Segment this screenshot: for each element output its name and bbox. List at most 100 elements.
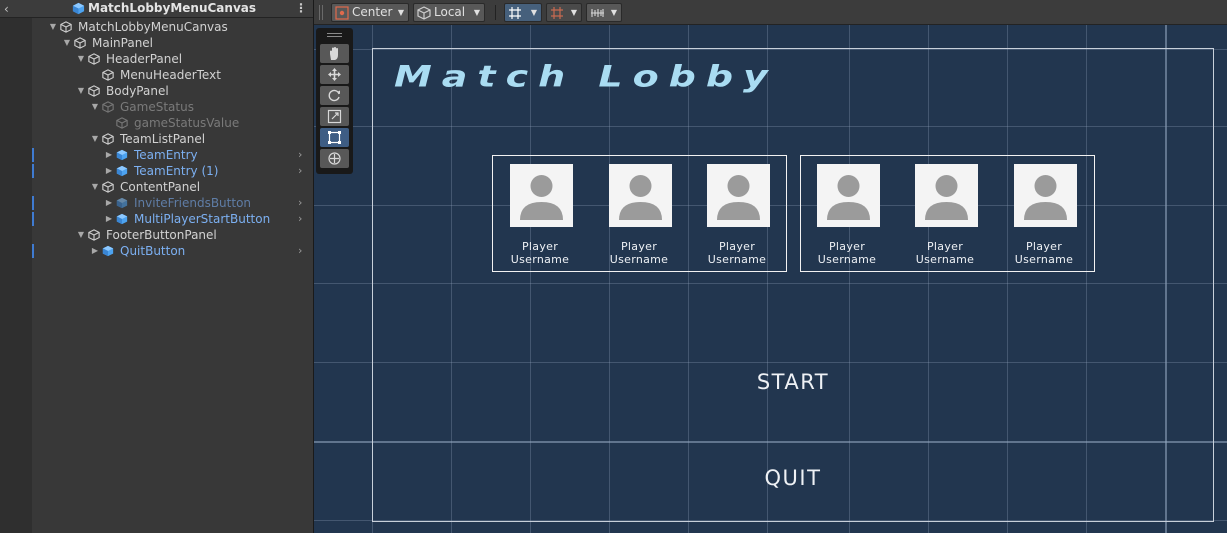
collapse-arrow-icon[interactable]: ▼ [90,179,100,195]
collapse-arrow-icon[interactable]: ▼ [76,51,86,67]
transform-tool[interactable] [320,149,349,168]
player-slot[interactable]: Player Username [503,164,575,266]
open-prefab-chevron-icon[interactable]: › [298,243,308,259]
increment-snapping-dropdown[interactable]: ▼ [546,3,582,22]
hierarchy-row[interactable]: ▼ MatchLobbyMenuCanvas [0,19,313,35]
hierarchy-row[interactable]: ▼ BodyPanel [0,83,313,99]
space-mode-dropdown[interactable]: Local ▼ [413,3,485,22]
hierarchy-row[interactable]: ▶ QuitButton › [0,243,313,259]
hierarchy-row-label: MultiPlayerStartButton [134,212,271,226]
collapse-arrow-icon[interactable]: ▼ [90,99,100,115]
override-marker [32,244,34,258]
gameobject-cube-icon [102,181,114,193]
player-slot[interactable]: Player Username [700,164,772,266]
drag-handle[interactable] [327,33,342,37]
team-entry[interactable]: Player Username Player Username Player User… [492,155,787,272]
kebab-menu-icon[interactable]: ⋮ [295,0,307,18]
open-prefab-chevron-icon[interactable]: › [298,163,308,179]
player-slot[interactable]: Player Username [1007,164,1079,266]
hierarchy-row[interactable]: ▶ MultiPlayerStartButton › [0,211,313,227]
gameobject-cube-icon [88,53,100,65]
expand-arrow-icon[interactable]: ▶ [104,195,114,211]
user-avatar-icon [817,164,880,227]
open-prefab-chevron-icon[interactable]: › [298,147,308,163]
hierarchy-row-label: HeaderPanel [106,52,183,66]
gameobject-cube-icon [102,101,114,113]
hierarchy-row[interactable]: ▼ MainPanel [0,35,313,51]
scale-icon [327,109,342,124]
expand-arrow-icon[interactable]: ▶ [104,211,114,227]
user-avatar-icon [609,164,672,227]
toolbar-grip[interactable] [319,5,323,20]
back-chevron-icon[interactable]: ‹ [4,0,16,18]
override-marker [32,196,34,210]
prefab-cube-icon [116,197,128,209]
hierarchy-row-label: TeamEntry (1) [134,164,219,178]
expand-arrow-icon[interactable]: ▶ [104,147,114,163]
collapse-arrow-icon[interactable]: ▼ [76,83,86,99]
hierarchy-row-label: InviteFriendsButton [134,196,252,210]
team-entry[interactable]: Player Username Player Username Player User… [800,155,1095,272]
pivot-mode-dropdown[interactable]: Center ▼ [331,3,409,22]
grid-snapping-toggle[interactable]: ▼ [504,3,542,22]
collapse-arrow-icon[interactable]: ▼ [90,131,100,147]
hand-tool[interactable] [320,44,349,63]
start-button[interactable]: START [733,370,853,394]
hierarchy-row-label: MenuHeaderText [120,68,221,82]
rotate-icon [328,89,340,102]
grid-ruler-dropdown[interactable]: ▼ [586,3,622,22]
user-avatar-icon [1014,164,1077,227]
increment-snap-icon [551,7,563,19]
svg-text:Match Lobby: Match Lobby [394,60,778,94]
scene-view[interactable]: Match Lobby Player Username Player Usernam… [314,0,1227,533]
open-prefab-chevron-icon[interactable]: › [298,195,308,211]
scale-tool[interactable] [320,107,349,126]
pivot-center-icon [335,6,349,20]
hierarchy-row[interactable]: gameStatusValue [0,115,313,131]
override-marker [32,212,34,226]
user-avatar-icon [510,164,573,227]
player-username: Player Username [1014,240,1074,266]
dropdown-arrow-icon: ▼ [610,8,617,17]
prefab-cube-icon [72,2,85,15]
hierarchy-row[interactable]: ▶ InviteFriendsButton › [0,195,313,211]
move-tool[interactable] [320,65,349,84]
player-slot[interactable]: Player Username [908,164,980,266]
hierarchy-row-label: QuitButton [120,244,186,258]
rect-tool[interactable] [320,128,349,147]
hierarchy-row-label: MainPanel [92,36,154,50]
prefab-title: MatchLobbyMenuCanvas [88,1,256,15]
player-username: Player Username [510,240,570,266]
rotate-tool[interactable] [320,86,349,105]
player-slot[interactable]: Player Username [810,164,882,266]
expand-arrow-icon[interactable]: ▶ [104,163,114,179]
hierarchy-row[interactable]: MenuHeaderText [0,67,313,83]
hierarchy-row[interactable]: ▶ TeamEntry (1) › [0,163,313,179]
hierarchy-row[interactable]: ▼ ContentPanel [0,179,313,195]
hierarchy-row[interactable]: ▶ TeamEntry › [0,147,313,163]
ruler-icon [591,9,604,17]
dropdown-arrow-icon: ▼ [530,8,537,17]
collapse-arrow-icon[interactable]: ▼ [76,227,86,243]
match-lobby-title[interactable]: Match Lobby [394,60,914,106]
local-cube-icon [417,6,431,20]
open-prefab-chevron-icon[interactable]: › [298,211,308,227]
player-slot[interactable]: Player Username [602,164,674,266]
prefab-cube-icon [116,213,128,225]
hierarchy-row[interactable]: ▼ GameStatus [0,99,313,115]
hierarchy-row-label: TeamEntry [134,148,198,162]
tool-palette [316,28,353,174]
override-marker [32,164,34,178]
canvas-bounds[interactable] [372,48,1214,522]
hierarchy-row[interactable]: ▼ HeaderPanel [0,51,313,67]
collapse-arrow-icon[interactable]: ▼ [62,35,72,51]
prefab-cube-icon [102,245,114,257]
expand-arrow-icon[interactable]: ▶ [90,243,100,259]
gameobject-cube-icon [74,37,86,49]
hierarchy-row[interactable]: ▼ FooterButtonPanel [0,227,313,243]
gameobject-cube-icon [102,69,114,81]
hierarchy-row[interactable]: ▼ TeamListPanel [0,131,313,147]
quit-button[interactable]: QUIT [733,466,853,490]
hierarchy-row-label: FooterButtonPanel [106,228,217,242]
collapse-arrow-icon[interactable]: ▼ [48,19,58,35]
